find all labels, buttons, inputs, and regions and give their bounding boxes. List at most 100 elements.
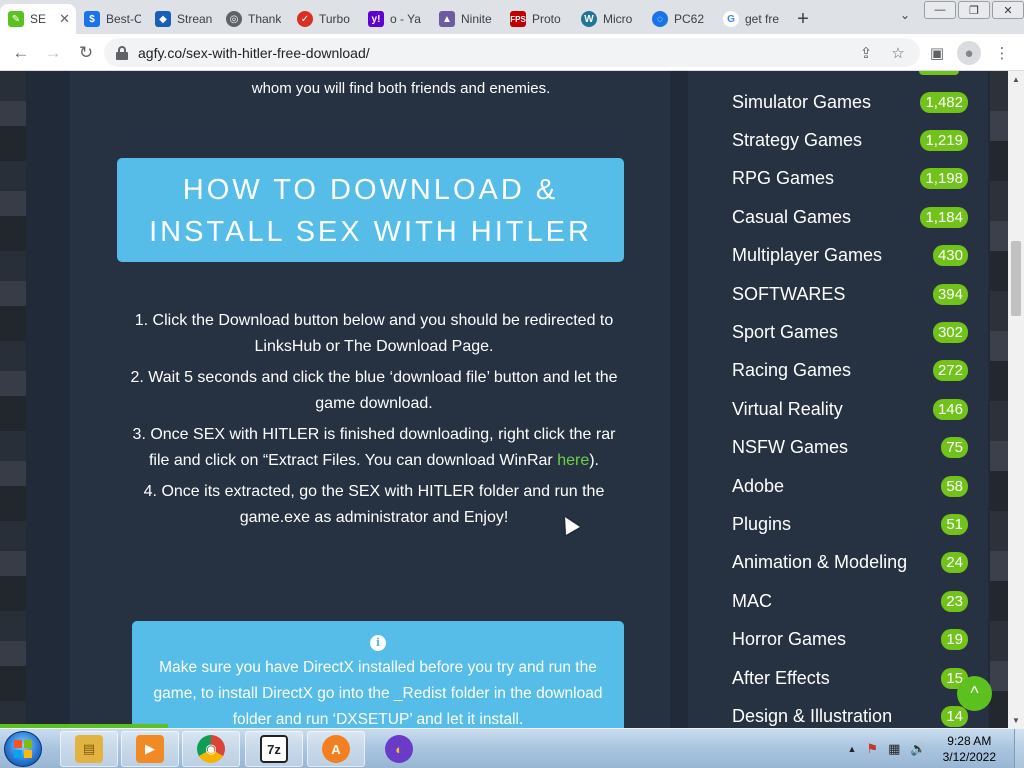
- category-item-simulator[interactable]: Simulator Games 1,482: [732, 83, 968, 121]
- category-name: NSFW Games: [732, 437, 849, 458]
- info-icon: i: [370, 635, 386, 651]
- page-container: whom you will find both friends and enem…: [26, 71, 992, 728]
- windows-taskbar: ▤ ▶ ◉ 7z A ◐ ▲ ⚑ ▦ 🔊 9:28 AM 3/12/2022: [0, 728, 1024, 768]
- category-item-rpg[interactable]: RPG Games 1,198: [732, 160, 968, 198]
- start-button[interactable]: [4, 731, 42, 767]
- volume-icon[interactable]: 🔊: [910, 741, 926, 757]
- tab-active[interactable]: ✎ SE ✕: [0, 4, 76, 34]
- intro-text: whom you will find both friends and enem…: [251, 80, 551, 97]
- share-icon[interactable]: ⇪: [854, 41, 878, 65]
- tab[interactable]: G get fre: [715, 4, 786, 34]
- fps-favicon-icon: FPS: [510, 11, 526, 27]
- category-count-badge: 430: [932, 245, 968, 267]
- tab-label: Ninite: [461, 12, 492, 26]
- tab[interactable]: y! o - Ya: [360, 4, 431, 34]
- tab[interactable]: ◎ Thank: [218, 4, 289, 34]
- scroll-down-icon[interactable]: ▼: [1008, 712, 1024, 728]
- taskbar-chrome[interactable]: ◉: [182, 731, 240, 767]
- page-scrollbar[interactable]: ▲ ▼: [1008, 71, 1024, 728]
- tab[interactable]: $ Best-C: [76, 4, 147, 34]
- tab[interactable]: W Micro: [573, 4, 644, 34]
- wordpress-favicon-icon: W: [581, 11, 597, 27]
- tab-label: Turbo: [319, 12, 350, 26]
- show-desktop-button[interactable]: [1014, 729, 1024, 768]
- bookmark-star-icon[interactable]: ☆: [886, 41, 910, 65]
- category-item-multiplayer[interactable]: Multiplayer Games 430: [732, 237, 968, 275]
- tab[interactable]: FPS Proto: [502, 4, 573, 34]
- category-item-sport[interactable]: Sport Games 302: [732, 313, 968, 351]
- category-item-horror[interactable]: Horror Games 19: [732, 620, 968, 658]
- url-input[interactable]: agfy.co/sex-with-hitler-free-download/: [104, 38, 920, 67]
- tab[interactable]: ▲ Ninite: [431, 4, 502, 34]
- media-player-icon: ▶: [136, 735, 164, 763]
- category-item-racing[interactable]: Racing Games 272: [732, 352, 968, 390]
- system-tray: ▲ ⚑ ▦ 🔊 9:28 AM 3/12/2022: [848, 729, 1024, 768]
- category-count-badge: 75: [941, 437, 968, 459]
- category-item-mac[interactable]: MAC 23: [732, 582, 968, 620]
- tab-search-icon[interactable]: ⌄: [900, 8, 910, 22]
- chevron-up-icon: ^: [970, 683, 979, 703]
- vpn-shield-icon: ◐: [385, 735, 413, 763]
- category-name: Virtual Reality: [732, 398, 843, 419]
- leaf-favicon-icon: ✎: [8, 11, 24, 27]
- step-item: 2. Wait 5 seconds and click the blue ‘do…: [130, 369, 618, 412]
- side-panel-icon[interactable]: ▣: [925, 41, 949, 65]
- system-clock[interactable]: 9:28 AM 3/12/2022: [943, 733, 996, 765]
- category-item-animation[interactable]: Animation & Modeling 24: [732, 544, 968, 582]
- category-item-virtual-reality[interactable]: Virtual Reality 146: [732, 390, 968, 428]
- category-item-casual[interactable]: Casual Games 1,184: [732, 198, 968, 236]
- step-item: 3. Once SEX with HITLER is finished down…: [124, 422, 624, 474]
- forward-button[interactable]: →: [41, 41, 65, 65]
- avast-icon: A: [322, 735, 350, 763]
- window-controls: — ❐ ✕: [922, 0, 1024, 19]
- category-item-plugins[interactable]: Plugins 51: [732, 505, 968, 543]
- taskbar-vpn[interactable]: ◐: [370, 731, 428, 767]
- chrome-menu-icon[interactable]: ⋮: [990, 41, 1014, 65]
- clock-date: 3/12/2022: [942, 750, 996, 764]
- howto-heading: HOW TO DOWNLOAD & INSTALL SEX WITH HITLE…: [117, 158, 624, 262]
- tab-label: get fre: [745, 12, 780, 26]
- minimize-button[interactable]: —: [924, 1, 956, 19]
- scroll-to-top-button[interactable]: ^: [957, 676, 992, 711]
- profile-avatar-icon[interactable]: ●: [957, 41, 981, 65]
- close-button[interactable]: ✕: [992, 1, 1024, 19]
- category-count-badge: 51: [941, 513, 968, 535]
- url-text: agfy.co/sex-with-hitler-free-download/: [138, 44, 370, 61]
- taskbar-avast[interactable]: A: [307, 731, 365, 767]
- category-name: MAC: [732, 590, 772, 611]
- category-item-design[interactable]: Design & Illustration 14: [732, 697, 968, 728]
- scrollbar-thumb[interactable]: [1011, 241, 1021, 316]
- action-center-flag-icon[interactable]: ⚑: [866, 741, 878, 757]
- info-text: Make sure you have DirectX installed bef…: [153, 659, 603, 728]
- category-item-strategy[interactable]: Strategy Games 1,219: [732, 121, 968, 159]
- step-item: 4. Once its extracted, go the SEX with H…: [143, 483, 605, 526]
- category-item-adobe[interactable]: Adobe 58: [732, 467, 968, 505]
- background-image-right: [990, 71, 1008, 728]
- category-count-badge: 24: [941, 552, 968, 574]
- category-item-softwares[interactable]: SOFTWARES 394: [732, 275, 968, 313]
- restore-button[interactable]: ❐: [958, 1, 990, 19]
- back-button[interactable]: ←: [9, 41, 33, 65]
- scroll-up-icon[interactable]: ▲: [1008, 71, 1024, 87]
- winrar-here-link[interactable]: here: [557, 452, 589, 469]
- folder-icon: ▤: [75, 735, 103, 763]
- lock-icon[interactable]: [116, 45, 128, 60]
- taskbar-7zip[interactable]: 7z: [245, 731, 303, 767]
- category-name: Animation & Modeling: [732, 552, 908, 573]
- network-icon[interactable]: ▦: [888, 741, 900, 757]
- reload-button[interactable]: ↻: [74, 41, 98, 65]
- pc-favicon-icon: ◌: [652, 11, 668, 27]
- taskbar-explorer[interactable]: ▤: [60, 731, 118, 767]
- category-item-after-effects[interactable]: After Effects 15: [732, 659, 968, 697]
- category-item-nsfw[interactable]: NSFW Games 75: [732, 429, 968, 467]
- tab[interactable]: ◆ Strean: [147, 4, 218, 34]
- tab-label: Thank: [248, 12, 282, 26]
- taskbar-media-player[interactable]: ▶: [121, 731, 179, 767]
- tab[interactable]: ✓ Turbo: [289, 4, 360, 34]
- tray-expand-icon[interactable]: ▲: [848, 744, 857, 754]
- tab[interactable]: ◌ PC62: [644, 4, 715, 34]
- tab-close-icon[interactable]: ✕: [59, 11, 70, 27]
- howto-heading-line1: HOW TO DOWNLOAD &: [182, 174, 559, 206]
- tab-label: Micro: [603, 12, 633, 26]
- new-tab-button[interactable]: +: [790, 4, 816, 34]
